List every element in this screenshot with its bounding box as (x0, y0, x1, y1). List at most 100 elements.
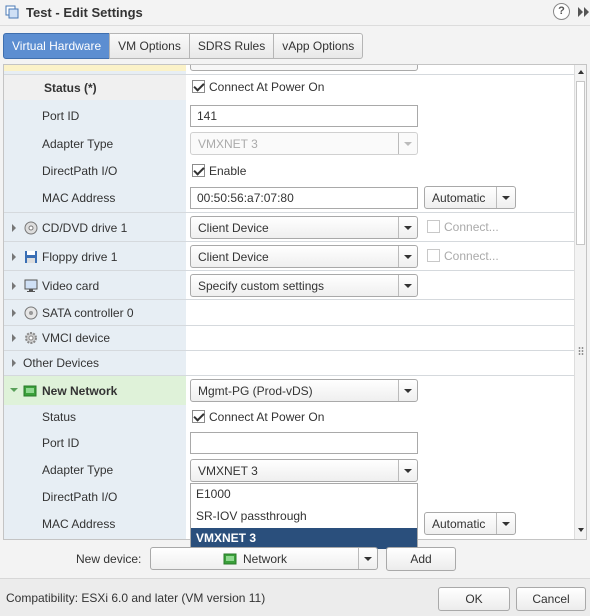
panel-scrollbar[interactable] (574, 65, 586, 539)
connect-at-power-on-checkbox[interactable] (192, 80, 205, 93)
row-other-devices[interactable]: Other Devices (4, 350, 575, 375)
expand-arrow-icon[interactable] (12, 224, 16, 232)
scroll-down-icon[interactable] (578, 528, 584, 532)
floppy-connect-label: Connect... (444, 249, 499, 263)
row-cd-dvd-drive[interactable]: CD/DVD drive 1 Client Device Connect... (4, 212, 575, 241)
row-new-network[interactable]: New Network Mgmt-PG (Prod-vDS) (4, 375, 575, 405)
chevron-down-icon (398, 246, 417, 267)
row-floppy-drive[interactable]: Floppy drive 1 Client Device Connect... (4, 241, 575, 270)
status-label: Status (*) (44, 81, 97, 95)
port-id-field[interactable]: 141 (190, 105, 418, 127)
title-bar: Test - Edit Settings ? (0, 0, 590, 26)
expand-arrow-icon[interactable] (12, 253, 16, 261)
floppy-icon (25, 251, 37, 263)
floppy-source-select[interactable]: Client Device (190, 245, 418, 268)
connect-at-power-on-label: Connect At Power On (209, 80, 325, 94)
status-label-new: Status (42, 410, 77, 424)
row-directpath-existing: DirectPath I/O Enable (4, 158, 575, 184)
connect-at-power-on-checkbox-new[interactable] (192, 410, 205, 423)
floppy-label: Floppy drive 1 (42, 250, 118, 264)
vmci-label: VMCI device (42, 331, 111, 345)
tab-virtual-hardware[interactable]: Virtual Hardware (3, 33, 111, 59)
dropdown-option-e1000[interactable]: E1000 (191, 484, 417, 505)
adapter-type-select-disabled: VMXNET 3 (190, 132, 418, 155)
directpath-label: DirectPath I/O (42, 164, 118, 178)
expand-arrow-icon[interactable] (12, 359, 16, 367)
previous-row-control (190, 65, 418, 71)
adapter-type-value-new: VMXNET 3 (198, 464, 258, 478)
cd-dvd-label: CD/DVD drive 1 (42, 221, 128, 235)
scroll-up-icon[interactable] (578, 70, 584, 74)
adapter-type-select[interactable]: VMXNET 3 (190, 459, 418, 482)
row-adapter-type-new: Adapter Type VMXNET 3 (4, 457, 575, 484)
mac-address-label: MAC Address (42, 191, 116, 205)
monitor-icon (24, 279, 38, 292)
other-devices-label: Other Devices (23, 356, 100, 370)
adapter-type-label-new: Adapter Type (42, 463, 114, 477)
adapter-type-dropdown-list: E1000 SR-IOV passthrough VMXNET 3 (190, 483, 418, 549)
chevron-down-icon (496, 187, 515, 208)
dropdown-option-vmxnet3[interactable]: VMXNET 3 (191, 528, 417, 549)
adapter-type-value: VMXNET 3 (198, 137, 258, 151)
chevron-down-icon (358, 548, 377, 569)
row-port-id-existing: Port ID 141 (4, 102, 575, 130)
adapter-type-label: Adapter Type (42, 137, 114, 151)
network-portgroup-select[interactable]: Mgmt-PG (Prod-vDS) (190, 379, 418, 402)
tab-vm-options[interactable]: VM Options (109, 33, 190, 59)
window-title: Test - Edit Settings (26, 5, 143, 20)
mac-address-field[interactable]: 00:50:56:a7:07:80 (190, 187, 418, 209)
row-sata-controller[interactable]: SATA controller 0 (4, 299, 575, 325)
dialog-footer: Compatibility: ESXi 6.0 and later (VM ve… (0, 578, 590, 616)
video-card-select[interactable]: Specify custom settings (190, 274, 418, 297)
new-device-value: Network (243, 552, 288, 566)
tab-sdrs-rules[interactable]: SDRS Rules (188, 33, 275, 59)
help-icon[interactable]: ? (553, 3, 570, 20)
collapse-arrow-icon[interactable] (10, 388, 18, 392)
network-adapter-icon (23, 385, 37, 397)
resize-grip-icon[interactable] (578, 346, 584, 356)
port-id-field-new[interactable] (190, 432, 418, 454)
row-mac-address-existing: MAC Address 00:50:56:a7:07:80 Automatic (4, 184, 575, 212)
compatibility-text: Compatibility: ESXi 6.0 and later (VM ve… (6, 591, 266, 605)
row-vmci-device[interactable]: VMCI device (4, 325, 575, 350)
row-adapter-type-existing: Adapter Type VMXNET 3 (4, 130, 575, 158)
tab-vapp-options[interactable]: vApp Options (273, 33, 364, 59)
expand-arrow-icon[interactable] (12, 309, 16, 317)
sata-controller-label: SATA controller 0 (42, 306, 134, 320)
mac-address-label-new: MAC Address (42, 517, 116, 531)
row-status-existing: Status (*) Connect At Power On (4, 74, 575, 100)
floppy-connect-checkbox (427, 249, 440, 262)
mac-mode-select-new[interactable]: Automatic (424, 512, 516, 535)
chevron-down-icon (398, 217, 417, 238)
mac-mode-value-new: Automatic (432, 517, 486, 531)
hardware-panel: Status (*) Connect At Power On Port ID 1… (3, 64, 587, 540)
chevron-down-icon (496, 513, 515, 534)
connect-at-power-on-label-new: Connect At Power On (209, 410, 325, 424)
row-status-new: Status Connect At Power On (4, 405, 575, 430)
expand-arrow-icon[interactable] (12, 334, 16, 342)
new-device-select[interactable]: Network (150, 547, 378, 570)
cancel-button[interactable]: Cancel (516, 587, 586, 611)
row-video-card[interactable]: Video card Specify custom settings (4, 270, 575, 299)
dropdown-option-sr-iov[interactable]: SR-IOV passthrough (191, 506, 417, 527)
network-adapter-icon (223, 553, 237, 565)
expand-arrow-icon[interactable] (12, 282, 16, 290)
chevron-down-icon (398, 133, 417, 154)
cd-dvd-source-select[interactable]: Client Device (190, 216, 418, 239)
expand-icon[interactable] (576, 5, 590, 19)
chevron-down-icon (398, 460, 417, 481)
ok-button[interactable]: OK (438, 587, 510, 611)
row-port-id-new: Port ID (4, 430, 575, 457)
new-device-label: New device: (76, 552, 142, 566)
add-device-button[interactable]: Add (386, 547, 456, 571)
network-portgroup-value: Mgmt-PG (Prod-vDS) (198, 384, 313, 398)
new-network-label: New Network (42, 384, 118, 398)
chevron-down-icon (398, 275, 417, 296)
previous-row-strip (4, 65, 186, 71)
mac-mode-select[interactable]: Automatic (424, 186, 516, 209)
floppy-source-value: Client Device (198, 250, 269, 264)
cd-dvd-source-value: Client Device (198, 221, 269, 235)
scroll-thumb[interactable] (576, 81, 585, 245)
cd-dvd-connect-label: Connect... (444, 220, 499, 234)
directpath-enable-checkbox[interactable] (192, 164, 205, 177)
